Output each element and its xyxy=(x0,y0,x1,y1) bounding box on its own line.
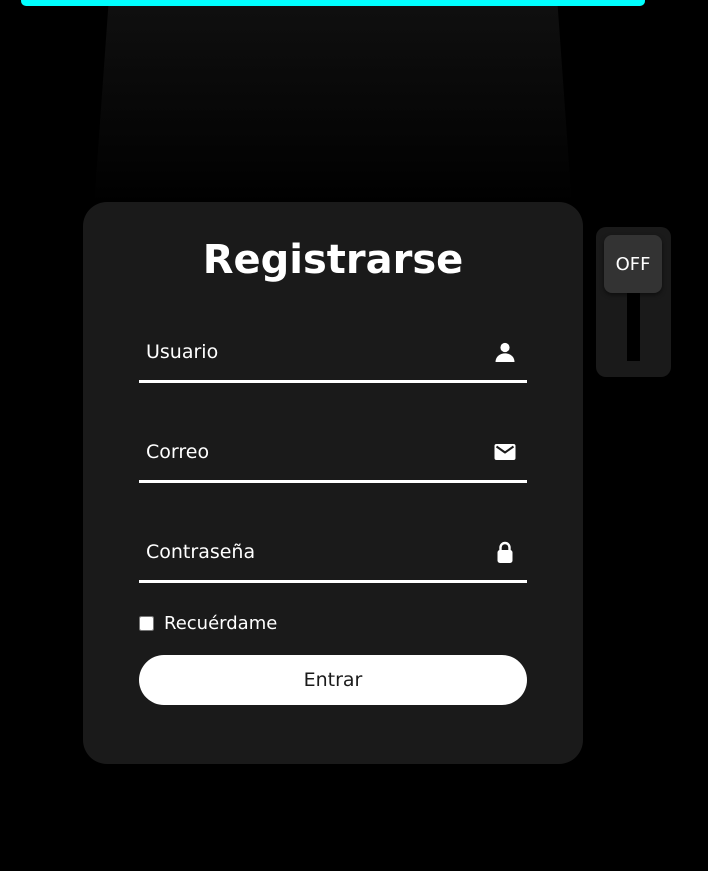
email-input[interactable] xyxy=(139,424,486,480)
submit-button[interactable]: Entrar xyxy=(139,655,527,705)
email-field xyxy=(139,424,527,483)
user-icon xyxy=(493,340,517,364)
password-field xyxy=(139,524,527,583)
username-field xyxy=(139,324,527,383)
switch-track xyxy=(627,281,640,361)
switch-toggle[interactable]: OFF xyxy=(604,235,662,293)
remember-label: Recuérdame xyxy=(164,612,278,634)
remember-me[interactable]: Recuérdame xyxy=(139,612,277,634)
page: Registrarse Recuérdame Entrar xyxy=(0,0,708,871)
mail-icon xyxy=(493,440,517,464)
light-switch: OFF xyxy=(596,227,671,377)
form-title: Registrarse xyxy=(202,237,464,283)
register-form: Registrarse Recuérdame Entrar xyxy=(83,202,583,764)
remember-checkbox[interactable] xyxy=(139,615,154,631)
username-input[interactable] xyxy=(139,324,486,380)
accent-bar xyxy=(21,0,645,6)
switch-state-label: OFF xyxy=(615,253,651,275)
light-beam xyxy=(94,6,572,206)
lock-icon xyxy=(493,540,517,564)
password-input[interactable] xyxy=(139,524,486,580)
